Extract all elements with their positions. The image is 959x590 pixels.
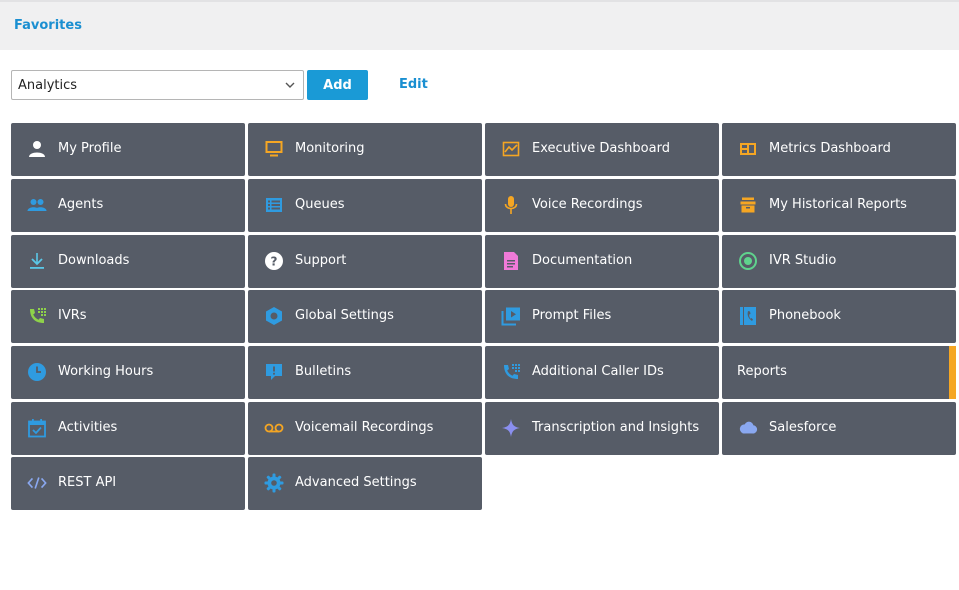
drag-handle[interactable] — [946, 346, 956, 399]
voicemail-icon — [264, 418, 284, 438]
tile-label: IVR Studio — [769, 253, 837, 268]
sparkle-icon — [501, 418, 521, 438]
tile-label: Working Hours — [58, 364, 154, 379]
chevron-down-icon — [285, 82, 295, 88]
tile-label: Queues — [295, 197, 345, 212]
tile-label: Additional Caller IDs — [532, 364, 664, 379]
tile-label: REST API — [58, 475, 117, 490]
users-icon — [27, 195, 47, 215]
tile-label: Prompt Files — [532, 308, 612, 323]
tile-my-historical-reports[interactable]: My Historical Reports — [722, 179, 956, 232]
tile-label: Voicemail Recordings — [295, 420, 434, 435]
phone-dialpad-icon — [27, 306, 47, 326]
tile-label: IVRs — [58, 308, 87, 323]
tile-ivrs[interactable]: IVRs — [11, 290, 245, 343]
tile-voicemail-recordings[interactable]: Voicemail Recordings — [248, 402, 482, 455]
tile-label: Executive Dashboard — [532, 141, 670, 156]
tile-label: Activities — [58, 420, 118, 435]
favorites-header: Favorites — [0, 0, 959, 50]
tile-label: Salesforce — [769, 420, 837, 435]
calendar-check-icon — [27, 418, 47, 438]
microphone-icon — [501, 195, 521, 215]
tile-executive-dashboard[interactable]: Executive Dashboard — [485, 123, 719, 176]
tile-label: My Profile — [58, 141, 122, 156]
tile-voice-recordings[interactable]: Voice Recordings — [485, 179, 719, 232]
download-icon — [27, 251, 47, 271]
help-icon: ? — [264, 251, 284, 271]
phonebook-icon — [738, 306, 758, 326]
tile-label: Metrics Dashboard — [769, 141, 891, 156]
tile-label: Downloads — [58, 253, 130, 268]
code-icon — [27, 473, 47, 493]
user-icon — [27, 139, 47, 159]
tile-transcription-and-insights[interactable]: Transcription and Insights — [485, 402, 719, 455]
tile-activities[interactable]: Activities — [11, 402, 245, 455]
favorites-select-value: Analytics — [18, 78, 78, 93]
media-file-icon — [501, 306, 521, 326]
hexagon-settings-icon — [264, 306, 284, 326]
tile-label: Phonebook — [769, 308, 841, 323]
tile-salesforce[interactable]: Salesforce — [722, 402, 956, 455]
tile-support[interactable]: ? Support — [248, 235, 482, 288]
tile-phonebook[interactable]: Phonebook — [722, 290, 956, 343]
radio-icon — [738, 251, 758, 271]
tile-working-hours[interactable]: Working Hours — [11, 346, 245, 399]
tile-label: Documentation — [532, 253, 633, 268]
tile-advanced-settings[interactable]: Advanced Settings — [248, 457, 482, 510]
tile-label: Global Settings — [295, 308, 394, 323]
tile-global-settings[interactable]: Global Settings — [248, 290, 482, 343]
tile-reports[interactable]: Reports — [722, 346, 956, 399]
tile-my-profile[interactable]: My Profile — [11, 123, 245, 176]
svg-text:?: ? — [271, 255, 278, 269]
tile-label: Bulletins — [295, 364, 352, 379]
tile-label: Monitoring — [295, 141, 365, 156]
clock-icon — [27, 362, 47, 382]
tile-label: Reports — [737, 364, 787, 379]
tile-label: Transcription and Insights — [532, 420, 700, 435]
favorites-select[interactable]: Analytics — [11, 70, 304, 100]
tile-monitoring[interactable]: Monitoring — [248, 123, 482, 176]
monitor-icon — [264, 139, 284, 159]
tile-label: My Historical Reports — [769, 197, 907, 212]
tile-metrics-dashboard[interactable]: Metrics Dashboard — [722, 123, 956, 176]
tile-label: Voice Recordings — [532, 197, 643, 212]
tile-label: Advanced Settings — [295, 475, 417, 490]
tile-rest-api[interactable]: REST API — [11, 457, 245, 510]
tile-label: Support — [295, 253, 347, 268]
tile-queues[interactable]: Queues — [248, 179, 482, 232]
gear-icon — [264, 473, 284, 493]
list-icon — [264, 195, 284, 215]
page-title: Favorites — [14, 18, 82, 33]
add-button[interactable]: Add — [307, 70, 368, 100]
document-icon — [501, 251, 521, 271]
tile-agents[interactable]: Agents — [11, 179, 245, 232]
tile-prompt-files[interactable]: Prompt Files — [485, 290, 719, 343]
tile-label: Agents — [58, 197, 104, 212]
tile-downloads[interactable]: Downloads — [11, 235, 245, 288]
tile-documentation[interactable]: Documentation — [485, 235, 719, 288]
tile-bulletins[interactable]: Bulletins — [248, 346, 482, 399]
edit-link[interactable]: Edit — [399, 77, 428, 92]
archive-icon — [738, 195, 758, 215]
chart-line-icon — [501, 139, 521, 159]
tile-ivr-studio[interactable]: IVR Studio — [722, 235, 956, 288]
cloud-icon — [738, 418, 758, 438]
message-alert-icon — [264, 362, 284, 382]
phone-dialpad-icon — [501, 362, 521, 382]
tile-additional-caller-ids[interactable]: Additional Caller IDs — [485, 346, 719, 399]
dashboard-icon — [738, 139, 758, 159]
